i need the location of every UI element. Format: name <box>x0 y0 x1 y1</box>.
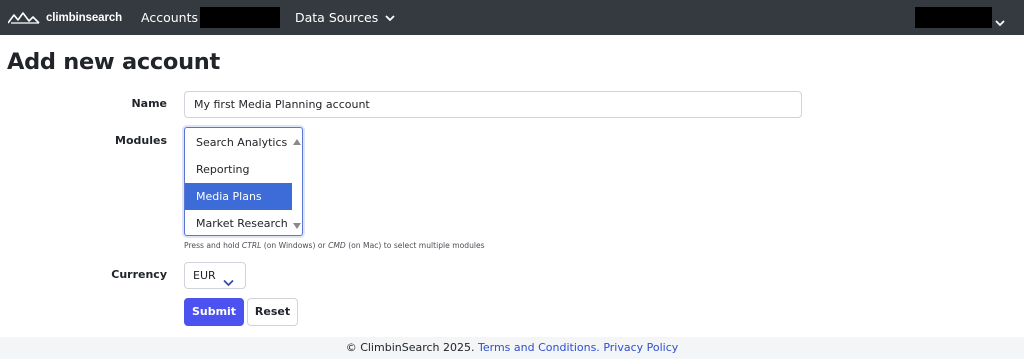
scroll-up-arrow-icon[interactable] <box>293 130 301 149</box>
chevron-down-icon[interactable] <box>995 12 1005 31</box>
nav-data-sources-label: Data Sources <box>295 10 379 25</box>
currency-value: EUR <box>193 269 216 282</box>
top-navbar: climbinsearch Accounts Data Sources <box>0 0 1024 35</box>
page-footer: © ClimbinSearch 2025. Terms and Conditio… <box>0 337 1024 359</box>
modules-multiselect[interactable]: Search Analytics Reporting Media Plans M… <box>184 127 303 236</box>
brand-logo-link[interactable]: climbinsearch <box>8 9 122 27</box>
terms-link[interactable]: Terms and Conditions. <box>478 341 600 354</box>
reset-button[interactable]: Reset <box>247 298 298 326</box>
currency-label: Currency <box>111 268 167 281</box>
submit-button[interactable]: Submit <box>184 298 244 326</box>
module-option-media-plans[interactable]: Media Plans <box>185 183 292 210</box>
module-option-market-research[interactable]: Market Research <box>185 210 292 235</box>
nav-accounts-link[interactable]: Accounts <box>141 9 198 26</box>
mountain-peaks-icon <box>8 12 42 24</box>
module-option-reporting[interactable]: Reporting <box>185 156 292 183</box>
currency-select[interactable]: EUR <box>184 262 246 289</box>
name-label: Name <box>131 97 167 110</box>
redacted-user-menu[interactable] <box>915 7 992 28</box>
chevron-down-icon <box>385 9 395 26</box>
footer-copyright: © ClimbinSearch 2025. <box>345 341 475 354</box>
modules-label: Modules <box>115 134 167 147</box>
module-option-search-analytics[interactable]: Search Analytics <box>185 129 292 156</box>
chevron-down-icon <box>223 271 234 296</box>
scroll-down-arrow-icon[interactable] <box>293 214 301 233</box>
brand-name: climbinsearch <box>46 12 123 24</box>
modules-help-text: Press and hold CTRL (on Windows) or CMD … <box>184 241 485 250</box>
privacy-link[interactable]: Privacy Policy <box>603 341 678 354</box>
name-input[interactable]: My first Media Planning account <box>184 91 802 118</box>
nav-data-sources-dropdown[interactable]: Data Sources <box>295 9 395 26</box>
redacted-nav-item[interactable] <box>200 7 280 28</box>
page-title: Add new account <box>7 49 220 75</box>
